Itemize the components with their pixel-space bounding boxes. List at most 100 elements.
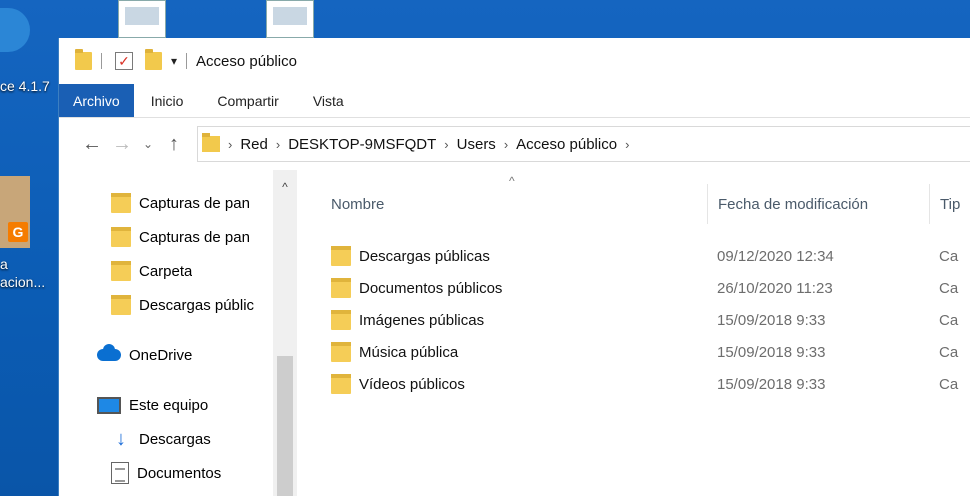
scrollbar-thumb[interactable]: [277, 356, 293, 496]
file-name-cell: Descargas públicas: [297, 246, 707, 266]
properties-check-icon[interactable]: ✓: [115, 52, 133, 70]
nav-item-documentos[interactable]: Documentos: [59, 456, 273, 490]
content-area: Capturas de pan Capturas de pan Carpeta …: [59, 170, 970, 496]
nav-item-folder[interactable]: Capturas de pan: [59, 220, 273, 254]
new-folder-icon[interactable]: [145, 49, 162, 70]
separator: [101, 53, 102, 69]
sort-ascending-icon: ^: [509, 174, 515, 188]
file-name: Música pública: [359, 343, 459, 361]
ribbon-tabs: Archivo Inicio Compartir Vista: [59, 84, 970, 118]
navigation-pane: Capturas de pan Capturas de pan Carpeta …: [59, 170, 297, 496]
nav-item-label: Descargas: [139, 430, 211, 448]
column-header-fecha[interactable]: Fecha de modificación: [707, 184, 929, 224]
folder-icon: [111, 193, 131, 213]
tab-archivo[interactable]: Archivo: [59, 84, 134, 117]
nav-scrollbar[interactable]: ^: [273, 170, 297, 496]
download-icon: ↓: [116, 427, 126, 450]
folder-icon: [111, 261, 131, 281]
scroll-up-arrow-icon[interactable]: ^: [273, 170, 297, 194]
onedrive-cloud-icon: [97, 344, 121, 361]
folder-icon[interactable]: [75, 49, 92, 70]
file-name: Vídeos públicos: [359, 375, 465, 393]
nav-item-este-equipo[interactable]: Este equipo: [59, 388, 273, 422]
file-row[interactable]: Imágenes públicas 15/09/2018 9:33 Ca: [297, 304, 970, 336]
column-header-label: Fecha de modificación: [718, 195, 869, 213]
chevron-right-icon[interactable]: ›: [444, 137, 448, 152]
file-name-cell: Vídeos públicos: [297, 374, 707, 394]
taskbar-thumbnail[interactable]: [266, 0, 314, 38]
file-name-cell: Imágenes públicas: [297, 310, 707, 330]
nav-item-label: Descargas públic: [139, 296, 255, 314]
desktop-icon-label-line2[interactable]: acion...: [0, 274, 45, 290]
nav-item-label: Capturas de pan: [139, 228, 250, 246]
file-type: Ca: [939, 311, 959, 329]
file-name: Documentos públicos: [359, 279, 503, 297]
tab-vista[interactable]: Vista: [296, 84, 361, 117]
file-name-cell: Música pública: [297, 342, 707, 362]
file-row[interactable]: Descargas públicas 09/12/2020 12:34 Ca: [297, 240, 970, 272]
up-arrow-icon[interactable]: ↑: [159, 133, 189, 156]
tab-inicio[interactable]: Inicio: [134, 84, 201, 117]
folder-icon: [331, 342, 351, 362]
forward-arrow-icon[interactable]: →: [107, 133, 137, 156]
file-type: Ca: [939, 375, 959, 393]
breadcrumb-users[interactable]: Users: [457, 136, 496, 153]
file-list: Descargas públicas 09/12/2020 12:34 Ca D…: [297, 224, 970, 400]
nav-item-onedrive[interactable]: OneDrive: [59, 338, 273, 372]
explorer-window: ✓ ▾ Acceso público Archivo Inicio Compar…: [58, 38, 970, 496]
nav-item-label: Este equipo: [129, 396, 209, 414]
file-date: 15/09/2018 9:33: [717, 343, 826, 361]
nav-item-label: Capturas de pan: [139, 194, 250, 212]
file-date: 09/12/2020 12:34: [717, 247, 834, 265]
desktop-badge-icon: G: [8, 222, 28, 242]
title-bar: ✓ ▾ Acceso público: [59, 38, 970, 84]
separator: [186, 53, 188, 69]
chevron-right-icon[interactable]: ›: [276, 137, 280, 152]
nav-item-folder[interactable]: Capturas de pan: [59, 186, 273, 220]
recent-locations-chevron-icon[interactable]: ⌄: [137, 137, 159, 151]
nav-item-label: OneDrive: [129, 346, 193, 364]
file-type: Ca: [939, 343, 959, 361]
taskbar-thumbnail[interactable]: [118, 0, 166, 38]
nav-item-label: Documentos: [137, 464, 222, 482]
folder-icon: [111, 227, 131, 247]
nav-item-folder[interactable]: Carpeta: [59, 254, 273, 288]
address-bar[interactable]: › Red › DESKTOP-9MSFQDT › Users › Acceso…: [197, 126, 970, 162]
file-name-cell: Documentos públicos: [297, 278, 707, 298]
column-headers: Nombre Fecha de modificación Tip: [297, 184, 970, 224]
file-name: Imágenes públicas: [359, 311, 485, 329]
chevron-right-icon[interactable]: ›: [504, 137, 508, 152]
file-row[interactable]: Vídeos públicos 15/09/2018 9:33 Ca: [297, 368, 970, 400]
desktop-app-icon[interactable]: [0, 8, 30, 52]
chevron-right-icon[interactable]: ›: [625, 137, 629, 152]
chevron-right-icon[interactable]: ›: [228, 137, 232, 152]
folder-icon: [331, 374, 351, 394]
breadcrumb-red[interactable]: Red: [240, 136, 268, 153]
desktop-icon-label[interactable]: ce 4.1.7: [0, 78, 50, 94]
file-date: 15/09/2018 9:33: [717, 375, 826, 393]
folder-icon: [111, 295, 131, 315]
folder-icon: [331, 278, 351, 298]
file-type: Ca: [939, 279, 959, 297]
column-header-nombre[interactable]: Nombre: [297, 196, 707, 213]
column-header-tipo[interactable]: Tip: [929, 184, 960, 224]
nav-item-folder[interactable]: Descargas públic: [59, 288, 273, 322]
file-name: Descargas públicas: [359, 247, 490, 265]
document-icon: [111, 462, 129, 484]
folder-icon: [202, 133, 220, 152]
desktop-icon-label-line1[interactable]: a: [0, 256, 8, 272]
breadcrumb-desktop[interactable]: DESKTOP-9MSFQDT: [288, 136, 436, 153]
back-arrow-icon[interactable]: ←: [77, 133, 107, 156]
window-title: Acceso público: [196, 52, 297, 70]
nav-item-descargas[interactable]: ↓ Descargas: [59, 422, 273, 456]
customize-toolbar-icon[interactable]: ▾: [171, 54, 177, 68]
file-row[interactable]: Música pública 15/09/2018 9:33 Ca: [297, 336, 970, 368]
file-type: Ca: [939, 247, 959, 265]
file-date: 15/09/2018 9:33: [717, 311, 826, 329]
file-row[interactable]: Documentos públicos 26/10/2020 11:23 Ca: [297, 272, 970, 304]
folder-icon: [331, 246, 351, 266]
file-date: 26/10/2020 11:23: [717, 279, 833, 297]
breadcrumb-acceso-publico[interactable]: Acceso público: [516, 136, 617, 153]
tab-compartir[interactable]: Compartir: [200, 84, 295, 117]
column-header-label: Tip: [940, 195, 961, 213]
